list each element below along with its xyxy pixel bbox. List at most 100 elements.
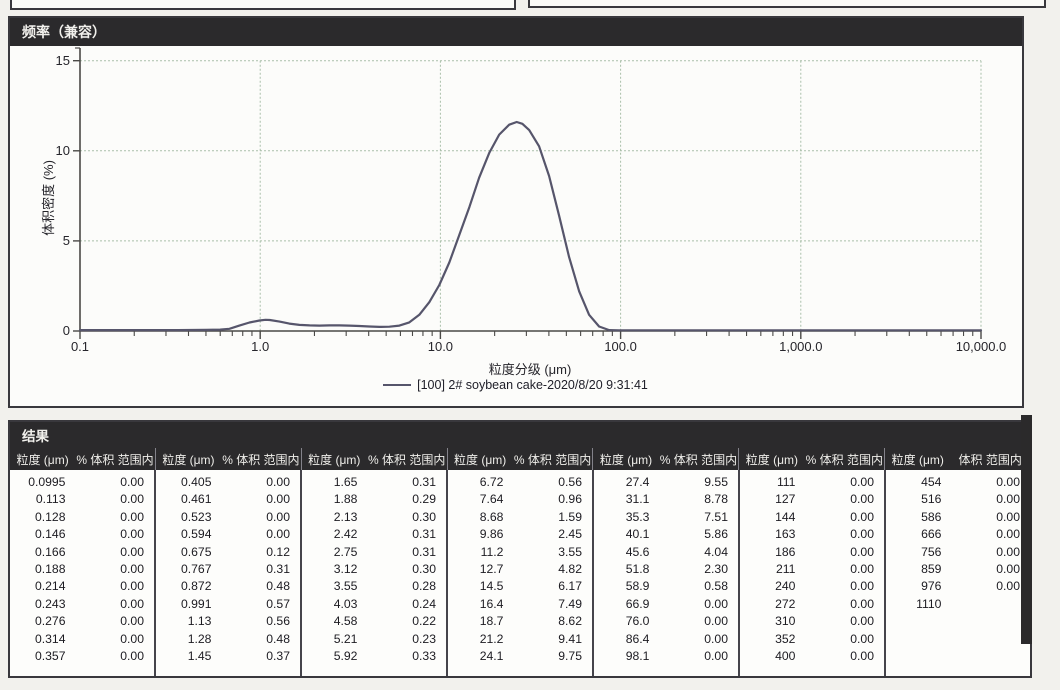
size-cell: 240 <box>740 578 800 595</box>
page-edge-shadow <box>1021 415 1032 644</box>
size-column-header: 粒度 (μm) <box>739 451 804 468</box>
table-row: 1.130.56 <box>156 613 300 630</box>
results-title: 结果 <box>22 425 49 445</box>
volume-in-range-cell: 0.23 <box>362 631 446 648</box>
volume-in-range-cell: 2.45 <box>508 526 592 543</box>
size-cell: 8.68 <box>448 509 508 526</box>
volume-in-range-cell: 0.00 <box>654 648 738 665</box>
volume-in-range-cell: 4.04 <box>654 544 738 561</box>
table-row: 1.450.37 <box>156 648 300 665</box>
table-row: 1630.00 <box>740 526 884 543</box>
results-group: 4540.005160.005860.006660.007560.008590.… <box>886 470 1030 676</box>
volume-in-range-cell: 0.00 <box>70 596 154 613</box>
volume-in-range-cell: 0.00 <box>70 509 154 526</box>
size-cell: 859 <box>886 561 946 578</box>
results-panel-header: 结果 <box>10 422 1030 448</box>
volume-in-range-column-header: % 体积 范围内 <box>659 451 739 468</box>
volume-in-range-cell: 0.00 <box>70 613 154 630</box>
table-row: 0.4050.00 <box>156 474 300 491</box>
y-tick-label: 15 <box>36 53 70 69</box>
table-row: 1270.00 <box>740 491 884 508</box>
results-group: 1.650.311.880.292.130.302.420.312.750.31… <box>302 470 448 676</box>
volume-in-range-cell: 0.00 <box>800 544 884 561</box>
table-row: 5860.00 <box>886 509 1030 526</box>
table-row: 11.23.55 <box>448 544 592 561</box>
size-cell: 3.12 <box>302 561 362 578</box>
volume-in-range-cell: 0.00 <box>800 648 884 665</box>
size-column-header: 粒度 (μm) <box>593 451 658 468</box>
volume-in-range-cell: 6.17 <box>508 578 592 595</box>
volume-in-range-cell: 0.31 <box>362 526 446 543</box>
table-row: 4.580.22 <box>302 613 446 630</box>
table-row: 18.78.62 <box>448 613 592 630</box>
size-cell: 127 <box>740 491 800 508</box>
volume-in-range-cell: 9.75 <box>508 648 592 665</box>
size-cell: 144 <box>740 509 800 526</box>
table-row: 2.420.31 <box>302 526 446 543</box>
size-cell: 0.594 <box>156 526 216 543</box>
size-column-header: 粒度 (μm) <box>156 451 221 468</box>
volume-in-range-cell: 0.00 <box>800 491 884 508</box>
table-row: 2.750.31 <box>302 544 446 561</box>
table-row: 76.00.00 <box>594 613 738 630</box>
size-cell: 211 <box>740 561 800 578</box>
table-row: 0.9910.57 <box>156 596 300 613</box>
table-row: 6660.00 <box>886 526 1030 543</box>
table-row: 0.2760.00 <box>10 613 154 630</box>
table-row: 7560.00 <box>886 544 1030 561</box>
size-cell: 756 <box>886 544 946 561</box>
volume-in-range-cell: 0.33 <box>362 648 446 665</box>
size-cell: 272 <box>740 596 800 613</box>
size-cell: 18.7 <box>448 613 508 630</box>
table-row: 2400.00 <box>740 578 884 595</box>
table-row: 8.681.59 <box>448 509 592 526</box>
volume-in-range-cell: 0.00 <box>800 596 884 613</box>
size-cell: 9.86 <box>448 526 508 543</box>
table-row: 3100.00 <box>740 613 884 630</box>
results-group: 6.720.567.640.968.681.599.862.4511.23.55… <box>448 470 594 676</box>
size-cell: 6.72 <box>448 474 508 491</box>
table-row: 14.56.17 <box>448 578 592 595</box>
volume-in-range-cell: 9.55 <box>654 474 738 491</box>
size-cell: 1.45 <box>156 648 216 665</box>
size-cell: 27.4 <box>594 474 654 491</box>
results-group: 1110.001270.001440.001630.001860.002110.… <box>740 470 886 676</box>
x-tick-label: 1.0 <box>210 339 310 355</box>
volume-in-range-cell: 0.00 <box>70 631 154 648</box>
table-row: 0.8720.48 <box>156 578 300 595</box>
volume-in-range-cell: 0.96 <box>508 491 592 508</box>
volume-in-range-cell: 0.00 <box>70 561 154 578</box>
table-row: 2110.00 <box>740 561 884 578</box>
table-row: 27.49.55 <box>594 474 738 491</box>
table-row: 31.18.78 <box>594 491 738 508</box>
size-cell: 7.64 <box>448 491 508 508</box>
volume-in-range-cell: 0.00 <box>70 474 154 491</box>
size-cell: 0.0995 <box>10 474 70 491</box>
volume-in-range-cell: 0.00 <box>946 578 1030 595</box>
table-row: 9760.00 <box>886 578 1030 595</box>
table-row: 1440.00 <box>740 509 884 526</box>
size-cell: 186 <box>740 544 800 561</box>
table-row: 2720.00 <box>740 596 884 613</box>
table-row: 0.5230.00 <box>156 509 300 526</box>
volume-in-range-cell: 0.00 <box>800 578 884 595</box>
volume-in-range-cell: 0.30 <box>362 561 446 578</box>
column-header-group: 粒度 (μm)体积 范围内 <box>884 448 1030 470</box>
table-row: 3.120.30 <box>302 561 446 578</box>
size-cell: 0.675 <box>156 544 216 561</box>
column-header-group: 粒度 (μm)% 体积 范围内 <box>592 448 738 470</box>
table-row: 5160.00 <box>886 491 1030 508</box>
volume-in-range-cell: 2.30 <box>654 561 738 578</box>
legend-label: [100] 2# soybean cake-2020/8/20 9:31:41 <box>417 378 648 392</box>
table-row: 0.2140.00 <box>10 578 154 595</box>
size-cell: 0.243 <box>10 596 70 613</box>
size-cell: 24.1 <box>448 648 508 665</box>
table-row: 66.90.00 <box>594 596 738 613</box>
size-cell: 1.28 <box>156 631 216 648</box>
column-header-group: 粒度 (μm)% 体积 范围内 <box>301 448 447 470</box>
volume-in-range-cell: 0.31 <box>362 544 446 561</box>
volume-in-range-cell: 0.00 <box>946 509 1030 526</box>
column-header-group: 粒度 (μm)% 体积 范围内 <box>738 448 884 470</box>
size-cell: 666 <box>886 526 946 543</box>
size-cell: 5.21 <box>302 631 362 648</box>
